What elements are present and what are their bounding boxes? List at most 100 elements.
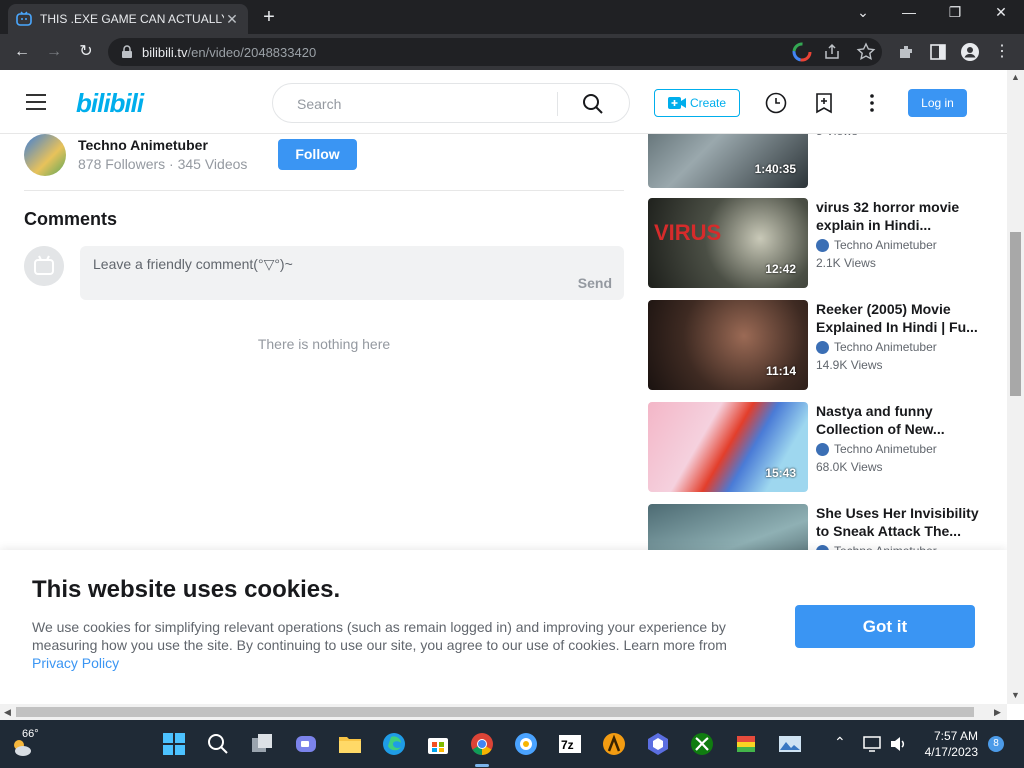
bilibili-favicon-icon	[16, 11, 32, 26]
horizontal-scroll-thumb[interactable]	[16, 707, 974, 717]
google-icon[interactable]	[792, 42, 812, 62]
thumbnail-overlay-text: VIRUS	[654, 220, 722, 245]
windows-start-icon[interactable]	[162, 732, 186, 756]
bluestacks-icon[interactable]	[734, 732, 758, 756]
xbox-icon[interactable]	[690, 732, 714, 756]
video-title[interactable]: virus 32 horror movie explain in Hindi..…	[816, 198, 986, 234]
video-uploader[interactable]: Techno Animetuber	[816, 238, 937, 252]
edge-icon[interactable]	[382, 732, 406, 756]
video-uploader[interactable]: Techno Animetuber	[816, 442, 937, 456]
uploader-avatar[interactable]	[24, 134, 66, 176]
clock-date: 4/17/2023	[924, 745, 978, 759]
reload-icon[interactable]: ↻	[76, 42, 96, 62]
app-hexagon-icon[interactable]	[646, 732, 670, 756]
video-views: 14.9K Views	[816, 358, 883, 372]
recommended-video[interactable]: 11:14 Reeker (2005) Movie Explained In H…	[648, 300, 998, 390]
svg-text:7z: 7z	[561, 738, 574, 752]
cookie-title: This website uses cookies.	[32, 576, 341, 603]
back-icon[interactable]: ←	[12, 42, 32, 62]
browser-toolbar: ← → ↻ bilibili.tv/en/video/2048833420 ⋮	[0, 34, 1024, 70]
video-uploader-name: Techno Animetuber	[834, 442, 937, 456]
chrome-icon[interactable]	[470, 732, 494, 756]
got-it-button[interactable]: Got it	[795, 605, 975, 648]
file-explorer-icon[interactable]	[338, 732, 362, 756]
video-duration: 15:43	[765, 466, 796, 480]
uploader-avatar-small	[816, 442, 829, 456]
extensions-icon[interactable]	[896, 42, 916, 62]
video-thumbnail[interactable]: 11:14	[648, 300, 808, 390]
uploader-avatar-small	[816, 340, 829, 354]
tab-title: THIS .EXE GAME CAN ACTUALLY	[40, 12, 224, 26]
privacy-policy-link[interactable]: Privacy Policy	[32, 655, 119, 671]
address-bar[interactable]: bilibili.tv/en/video/2048833420	[108, 38, 882, 66]
bilibili-logo[interactable]: bilibili	[76, 88, 144, 119]
volume-icon[interactable]	[888, 734, 908, 754]
comment-placeholder: Leave a friendly comment(°▽°)~	[93, 256, 293, 272]
half-life-icon[interactable]	[602, 732, 626, 756]
url-path: /en/video/2048833420	[187, 45, 317, 60]
video-plus-icon	[667, 97, 686, 109]
task-view-icon[interactable]	[250, 732, 274, 756]
bookmark-star-icon[interactable]	[856, 42, 876, 62]
photos-icon[interactable]	[778, 732, 802, 756]
restore-icon[interactable]: ❐	[940, 4, 970, 21]
divider	[24, 190, 624, 191]
display-icon[interactable]	[862, 734, 882, 754]
default-avatar-icon	[24, 246, 64, 286]
create-button[interactable]: Create	[654, 89, 740, 117]
video-title[interactable]: Nastya and funny Collection of New...	[816, 402, 986, 438]
recommended-video[interactable]: VIRUS 12:42 virus 32 horror movie explai…	[648, 198, 998, 288]
uploader-name[interactable]: Techno Animetuber	[78, 137, 208, 153]
video-thumbnail[interactable]: 15:43	[648, 402, 808, 492]
recommended-video[interactable]: 15:43 Nastya and funny Collection of New…	[648, 402, 998, 492]
system-clock[interactable]: 7:57 AM 4/17/2023	[916, 728, 978, 760]
more-options-icon[interactable]	[861, 92, 883, 114]
follow-button[interactable]: Follow	[278, 139, 357, 170]
tray-overflow-icon[interactable]: ⌃	[834, 734, 846, 751]
vertical-scrollbar[interactable]: ▲ ▼	[1007, 70, 1024, 704]
new-tab-icon[interactable]: +	[258, 6, 280, 29]
teams-chat-icon[interactable]	[294, 732, 318, 756]
video-thumbnail[interactable]: VIRUS 12:42	[648, 198, 808, 288]
video-duration: 12:42	[765, 262, 796, 276]
tab-strip: THIS .EXE GAME CAN ACTUALLY ✕ + ⌄ — ❐ ✕	[0, 0, 1024, 34]
vertical-scroll-thumb[interactable]	[1010, 232, 1021, 396]
microsoft-store-icon[interactable]	[426, 732, 450, 756]
tab-close-icon[interactable]: ✕	[224, 11, 240, 28]
web-page: bilibili Search Create Log in Techno Ani…	[0, 70, 1007, 704]
video-uploader[interactable]: Techno Animetuber	[816, 340, 937, 354]
browser-app-icon[interactable]	[514, 732, 538, 756]
search-input[interactable]: Search	[297, 96, 341, 112]
comment-input[interactable]: Leave a friendly comment(°▽°)~ Send	[80, 246, 624, 300]
tab-search-icon[interactable]: ⌄	[848, 4, 878, 21]
empty-comments-message: There is nothing here	[257, 336, 391, 352]
browser-tab[interactable]: THIS .EXE GAME CAN ACTUALLY ✕	[8, 4, 248, 34]
scroll-down-icon[interactable]: ▼	[1011, 690, 1020, 700]
history-icon[interactable]	[765, 92, 787, 114]
send-button[interactable]: Send	[578, 275, 612, 291]
scroll-up-icon[interactable]: ▲	[1011, 72, 1020, 82]
notification-badge[interactable]: 8	[988, 736, 1004, 752]
search-taskbar-icon[interactable]	[206, 732, 230, 756]
weather-temp: 66°	[22, 728, 39, 740]
scroll-right-icon[interactable]: ▶	[994, 707, 1001, 718]
create-label: Create	[689, 96, 727, 110]
search-icon[interactable]	[581, 92, 605, 116]
7zip-icon[interactable]: 7z	[558, 732, 582, 756]
uploader-stats: 878 Followers · 345 Videos	[78, 156, 248, 172]
horizontal-scrollbar[interactable]: ◀ ▶	[0, 704, 1007, 720]
profile-icon[interactable]	[960, 42, 980, 62]
more-menu-icon[interactable]: ⋮	[992, 42, 1012, 62]
video-title[interactable]: She Uses Her Invisibility to Sneak Attac…	[816, 504, 986, 540]
hamburger-menu-icon[interactable]	[26, 94, 46, 110]
video-title[interactable]: Reeker (2005) Movie Explained In Hindi |…	[816, 300, 986, 336]
minimize-icon[interactable]: —	[894, 4, 924, 20]
scroll-left-icon[interactable]: ◀	[4, 707, 11, 718]
search-bar[interactable]: Search	[272, 83, 630, 123]
side-panel-icon[interactable]	[928, 42, 948, 62]
forward-icon[interactable]: →	[44, 42, 64, 62]
share-icon[interactable]	[822, 42, 842, 62]
bookmark-icon[interactable]	[813, 92, 835, 114]
login-button[interactable]: Log in	[908, 89, 967, 117]
close-window-icon[interactable]: ✕	[986, 4, 1016, 21]
